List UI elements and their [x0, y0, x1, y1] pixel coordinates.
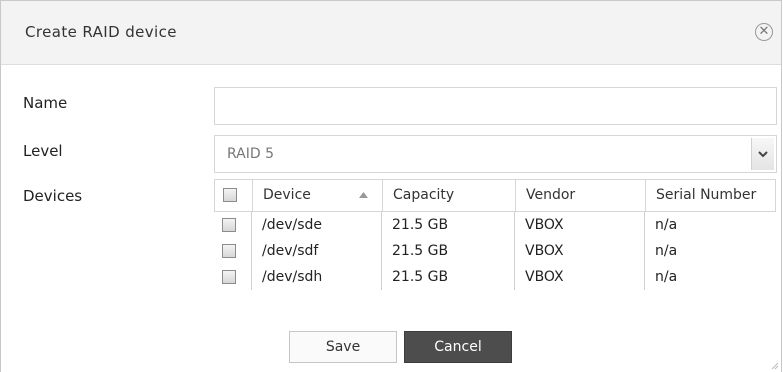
close-icon[interactable]: ✕	[755, 23, 773, 41]
column-header-serial-label: Serial Number	[656, 187, 757, 203]
column-header-capacity-label: Capacity	[393, 187, 455, 203]
capacity-cell: 21.5 GB	[381, 212, 514, 238]
vendor-cell: VBOX	[514, 212, 644, 238]
level-label: Level	[23, 142, 63, 160]
row-checkbox[interactable]	[222, 244, 236, 258]
column-header-device[interactable]: Device	[252, 180, 382, 211]
devices-label: Devices	[23, 187, 83, 205]
row-checkbox[interactable]	[222, 218, 236, 232]
level-select[interactable]: RAID 5	[214, 135, 777, 173]
capacity-cell: 21.5 GB	[381, 238, 514, 264]
chevron-down-icon[interactable]	[751, 138, 774, 170]
resize-grip-icon[interactable]	[769, 360, 779, 370]
sort-ascending-icon	[359, 192, 368, 198]
select-all-checkbox[interactable]	[223, 188, 237, 202]
column-header-vendor[interactable]: Vendor	[515, 180, 645, 211]
table-row[interactable]: /dev/sde 21.5 GB VBOX n/a	[214, 212, 776, 238]
row-checkbox-cell	[214, 238, 251, 264]
column-header-device-label: Device	[263, 187, 311, 203]
serial-cell: n/a	[644, 212, 774, 238]
name-label: Name	[23, 94, 68, 112]
dialog-header: Create RAID device ✕	[1, 1, 781, 65]
serial-cell: n/a	[644, 238, 774, 264]
column-header-vendor-label: Vendor	[526, 187, 576, 203]
create-raid-dialog: Create RAID device ✕ Name Level RAID 5 D…	[0, 0, 782, 372]
row-checkbox-cell	[214, 264, 251, 290]
vendor-cell: VBOX	[514, 264, 644, 290]
table-row[interactable]: /dev/sdf 21.5 GB VBOX n/a	[214, 238, 776, 264]
vendor-cell: VBOX	[514, 238, 644, 264]
capacity-cell: 21.5 GB	[381, 264, 514, 290]
table-row[interactable]: /dev/sdh 21.5 GB VBOX n/a	[214, 264, 776, 290]
select-all-cell	[215, 180, 252, 211]
dialog-title: Create RAID device	[25, 23, 177, 41]
row-checkbox-cell	[214, 212, 251, 238]
column-header-serial[interactable]: Serial Number	[645, 180, 775, 211]
device-cell: /dev/sde	[251, 212, 381, 238]
column-header-capacity[interactable]: Capacity	[382, 180, 515, 211]
name-input[interactable]	[214, 87, 777, 125]
devices-table-header: Device Capacity Vendor Serial Number	[214, 179, 776, 212]
device-cell: /dev/sdf	[251, 238, 381, 264]
row-checkbox[interactable]	[222, 270, 236, 284]
cancel-button[interactable]: Cancel	[404, 331, 512, 363]
level-selected-value: RAID 5	[227, 146, 275, 162]
serial-cell: n/a	[644, 264, 774, 290]
save-button[interactable]: Save	[289, 331, 397, 363]
device-cell: /dev/sdh	[251, 264, 381, 290]
